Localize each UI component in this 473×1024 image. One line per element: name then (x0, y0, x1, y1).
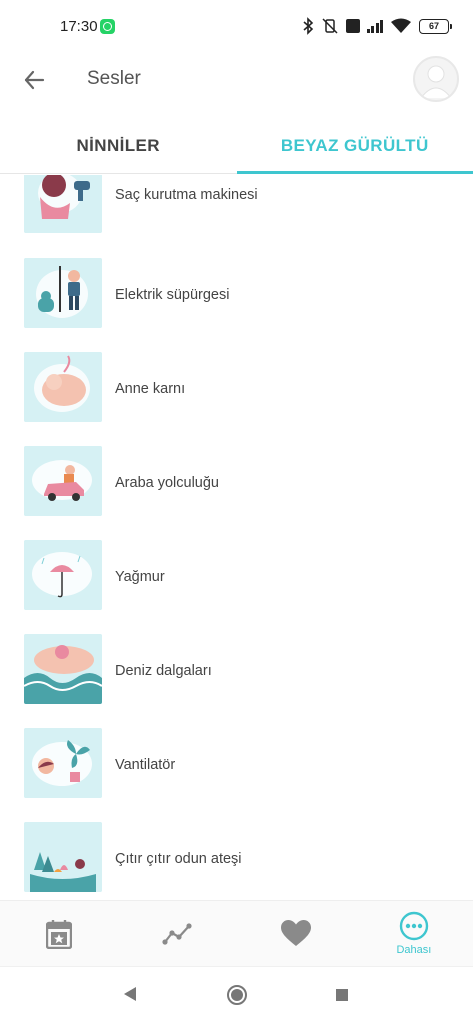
nav-favorites[interactable] (237, 901, 355, 966)
sound-label: Vantilatör (115, 757, 176, 773)
car-ride-icon (24, 446, 102, 516)
sound-list: Saç kurutma makinesi Elektrik süpürgesi (0, 175, 473, 898)
sound-label: Elektrik süpürgesi (115, 287, 230, 303)
system-recents-icon[interactable] (335, 988, 349, 1002)
list-item-odun-atesi[interactable]: Çıtır çıtır odun ateşi (0, 821, 473, 898)
bluetooth-icon (302, 17, 314, 35)
womb-icon (24, 352, 102, 422)
sound-label: Saç kurutma makinesi (115, 187, 258, 203)
list-item-elektrik-supurgesi[interactable]: Elektrik süpürgesi (0, 257, 473, 351)
list-item-vantilator[interactable]: Vantilatör (0, 727, 473, 821)
chart-line-icon (162, 922, 192, 945)
sound-label: Araba yolculuğu (115, 475, 219, 491)
sea-waves-icon (24, 634, 102, 704)
rain-umbrella-icon (24, 540, 102, 610)
bottom-nav: Dahası (0, 900, 473, 966)
campfire-icon (24, 822, 102, 892)
sound-label: Anne karnı (115, 381, 186, 397)
page-title: Sesler (87, 68, 141, 89)
back-button[interactable] (18, 64, 50, 96)
fan-icon (24, 728, 102, 798)
signal-icon (366, 19, 383, 33)
heart-icon (280, 920, 311, 946)
list-item-anne-karni[interactable]: Anne karnı (0, 351, 473, 445)
vibrate-mute-icon (321, 17, 339, 35)
list-item-deniz-dalgalari[interactable]: Deniz dalgaları (0, 633, 473, 727)
status-time: 17:30 (60, 18, 98, 35)
sound-label: Deniz dalgaları (115, 663, 212, 679)
nav-stats[interactable] (118, 901, 236, 966)
profile-avatar[interactable] (413, 56, 459, 102)
nav-more-label: Dahası (396, 944, 432, 956)
status-bar: 17:30 67 (0, 0, 473, 54)
vacuum-cleaner-icon (24, 258, 102, 328)
tab-beyaz-gurultu[interactable]: BEYAZ GÜRÜLTÜ (236, 118, 473, 174)
system-back-icon[interactable] (122, 985, 138, 1003)
hair-dryer-icon (24, 175, 102, 233)
status-icons: 67 (302, 16, 452, 36)
system-nav-bar (0, 966, 473, 1024)
list-item-araba-yolculugu[interactable]: Araba yolculuğu (0, 445, 473, 539)
nav-more[interactable]: Dahası (355, 901, 473, 966)
whatsapp-notification-icon (100, 19, 115, 34)
nav-calendar[interactable] (0, 901, 118, 966)
volte-icon (345, 19, 360, 33)
sound-label: Yağmur (115, 569, 165, 585)
system-home-icon[interactable] (226, 984, 248, 1006)
sound-label: Çıtır çıtır odun ateşi (115, 851, 242, 867)
tab-ninniler[interactable]: NİNNİLER (0, 118, 237, 173)
battery-icon: 67 (419, 18, 452, 34)
wifi-icon (390, 18, 412, 34)
arrow-left-icon (24, 70, 45, 90)
user-avatar-icon (420, 65, 452, 99)
list-item-sac-kurutma[interactable]: Saç kurutma makinesi (0, 175, 473, 257)
calendar-star-icon (46, 919, 73, 949)
app-bar: Sesler (0, 54, 473, 106)
more-dots-icon (399, 911, 429, 941)
list-item-yagmur[interactable]: Yağmur (0, 539, 473, 633)
tab-bar: NİNNİLER BEYAZ GÜRÜLTÜ (0, 118, 473, 174)
